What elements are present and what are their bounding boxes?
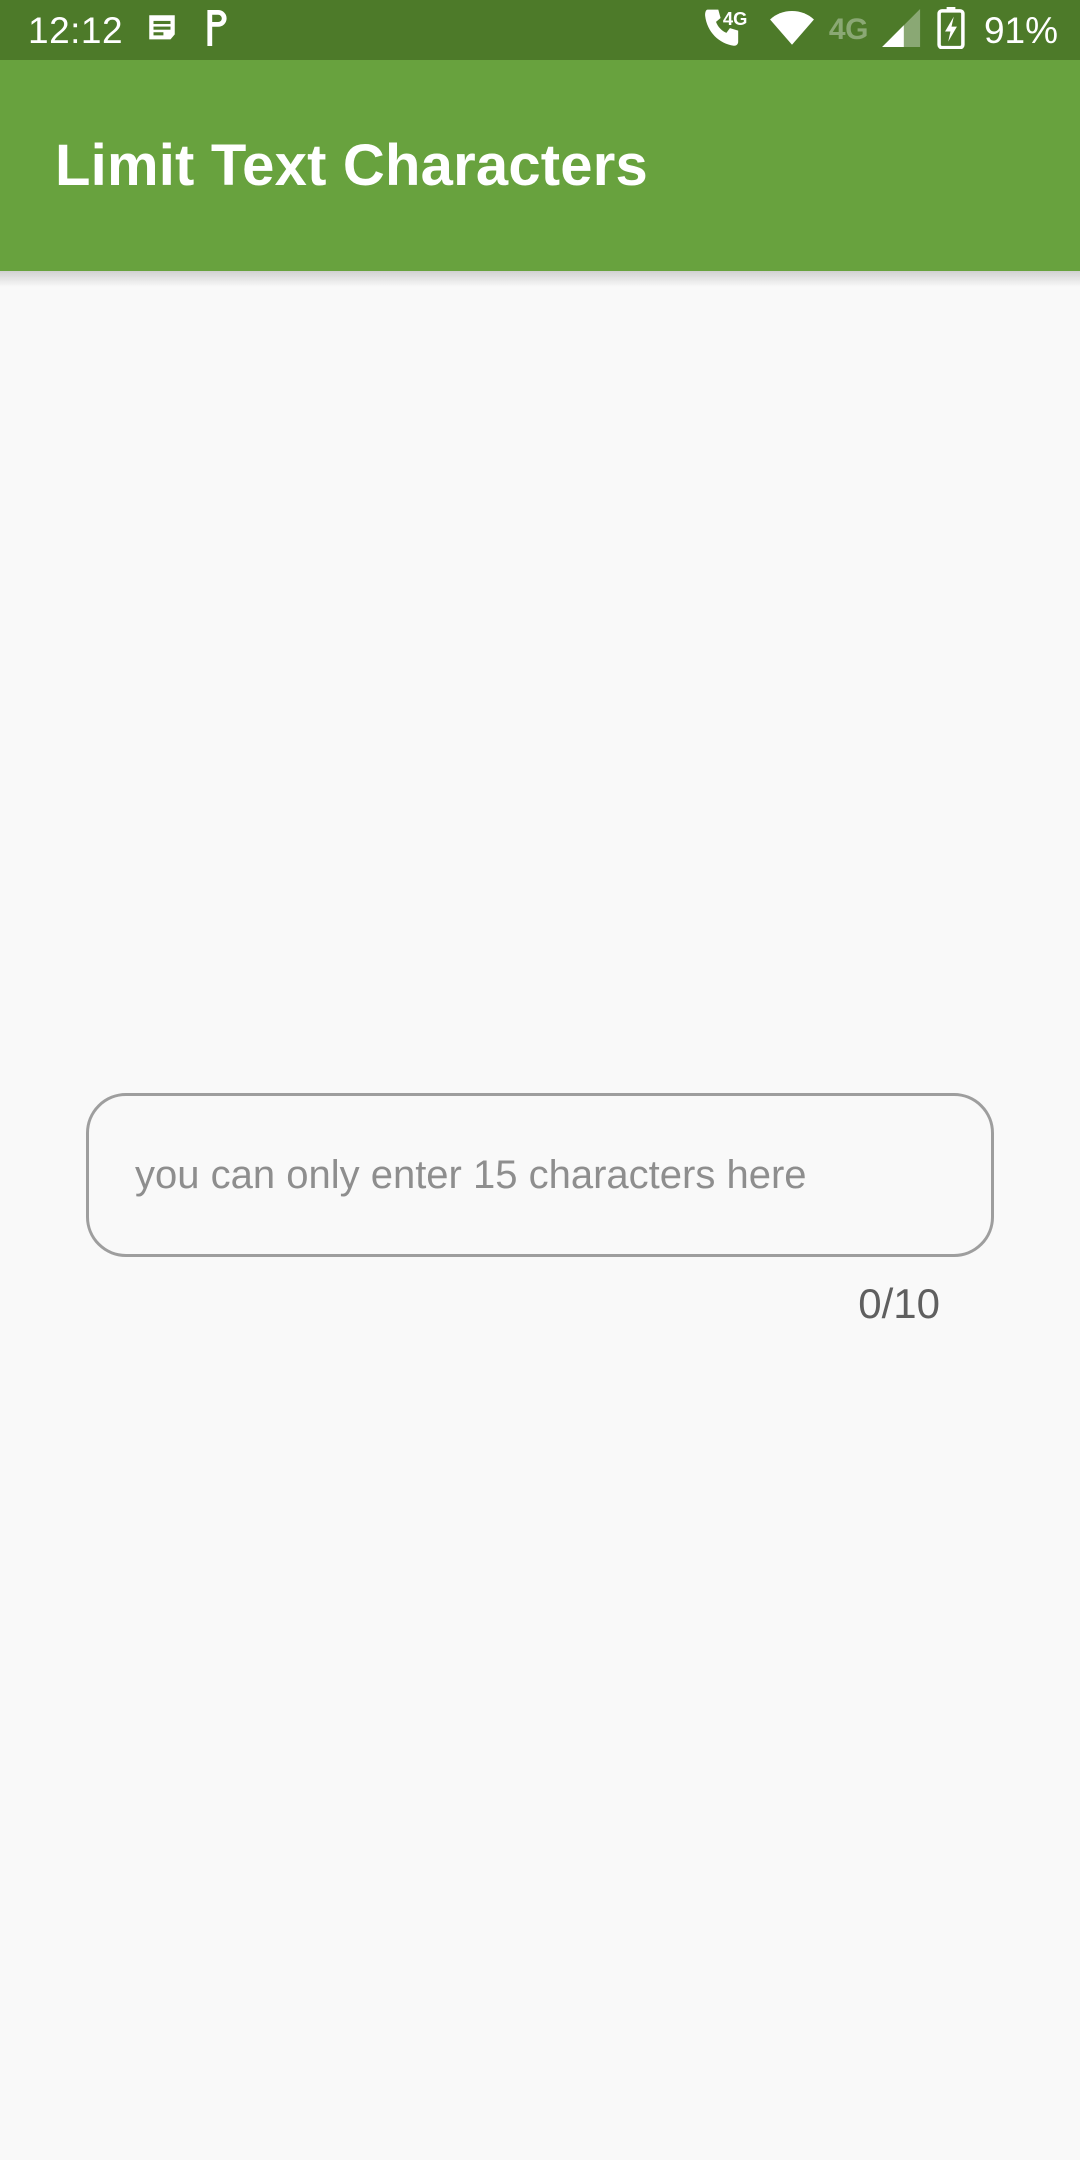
status-bar: 12:12 4G 4G 91%	[0, 0, 1080, 60]
character-limited-field-block: 0/10	[86, 1093, 994, 1325]
volte-call-4g-icon: 4G	[703, 7, 755, 53]
outlined-text-field[interactable]	[86, 1093, 994, 1257]
message-subject-icon	[145, 11, 179, 50]
battery-percentage-label: 91%	[983, 9, 1058, 51]
wifi-icon	[769, 10, 815, 51]
mobile-network-type-label: 4G	[828, 13, 869, 46]
status-bar-clock: 12:12	[28, 9, 124, 51]
status-bar-left-group: 12:12	[28, 9, 233, 51]
main-content: 0/10	[0, 271, 1080, 2160]
page-title: Limit Text Characters	[55, 132, 648, 198]
app-bar: Limit Text Characters	[0, 60, 1080, 271]
battery-charging-icon	[936, 6, 966, 54]
limited-text-input[interactable]	[135, 1151, 945, 1199]
status-bar-right-group: 4G 4G 91%	[703, 6, 1058, 54]
svg-text:4G: 4G	[723, 8, 747, 29]
parking-p-icon	[201, 9, 233, 51]
cellular-signal-icon	[882, 8, 922, 52]
character-counter: 0/10	[858, 1280, 940, 1327]
